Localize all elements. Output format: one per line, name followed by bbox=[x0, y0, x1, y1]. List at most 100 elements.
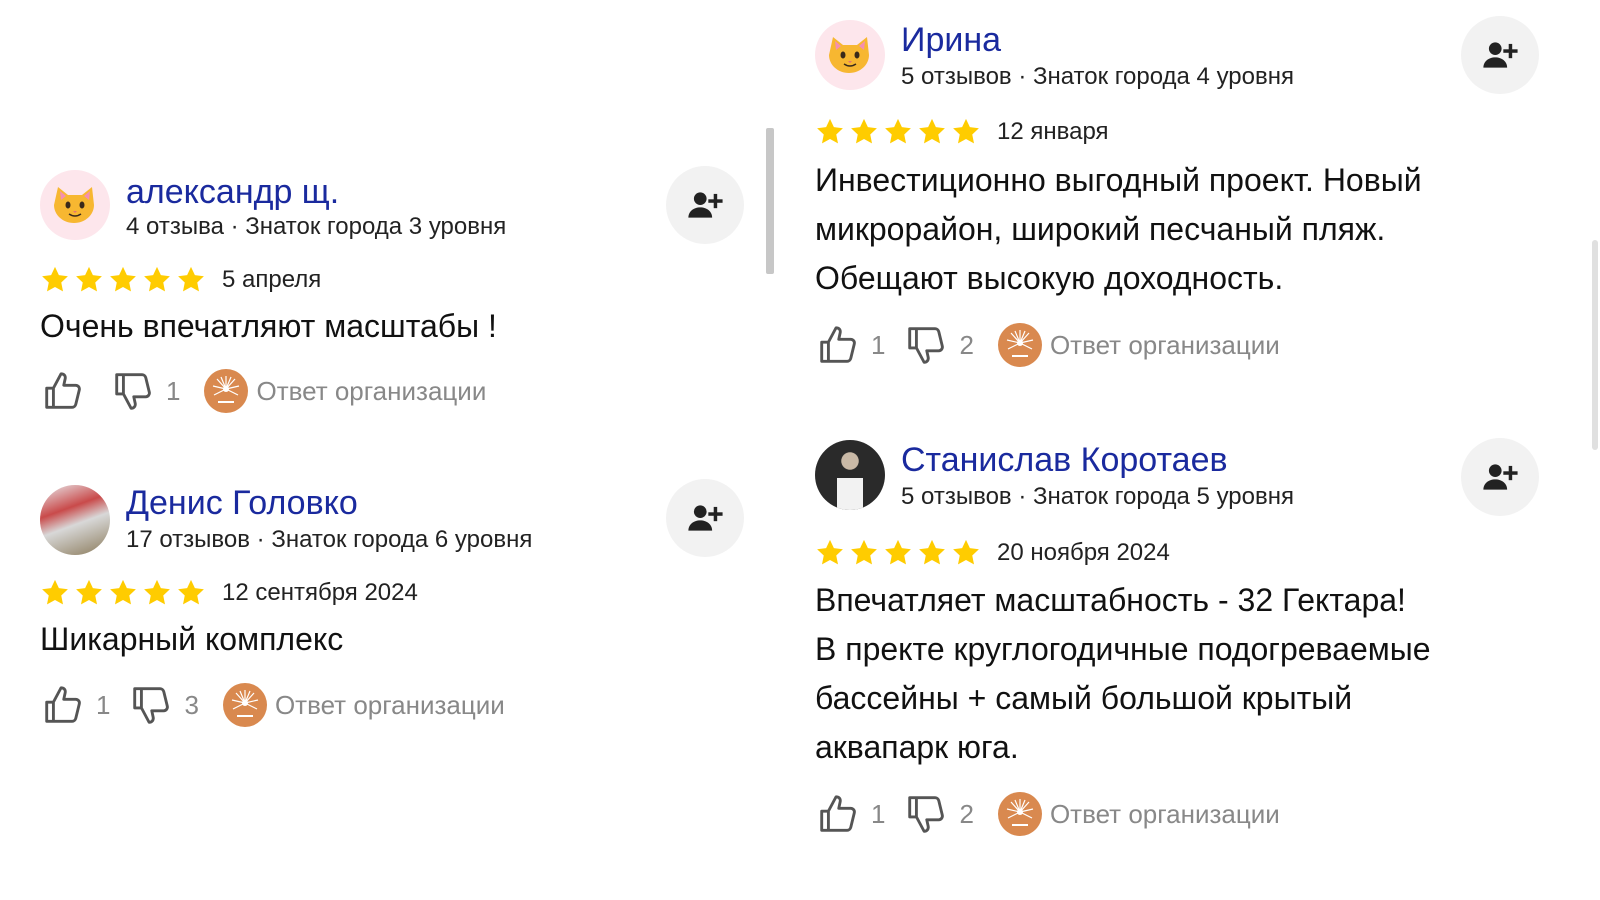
review-actions: 1 2 Ответ организации bbox=[815, 320, 1280, 370]
org-reply-link[interactable]: Ответ организации bbox=[1050, 330, 1280, 361]
cat-emoji-icon bbox=[829, 35, 871, 75]
review-card: Станислав Коротаев 5 отзывов · Знаток го… bbox=[815, 438, 1545, 860]
thumbs-down-icon bbox=[903, 791, 949, 837]
dislike-count: 2 bbox=[959, 329, 974, 360]
review-text-line: Инвестиционно выгодный проект. Новый bbox=[815, 162, 1422, 198]
subscribe-button[interactable] bbox=[666, 479, 744, 557]
review-text-line: бассейны + самый большой крытый bbox=[815, 680, 1353, 716]
like-button[interactable] bbox=[815, 791, 861, 837]
review-text: Впечатляет масштабность - 32 Гектара! В … bbox=[815, 576, 1431, 772]
org-logo-icon bbox=[997, 792, 1042, 836]
author-meta: 5 отзывов · Знаток города 5 уровня bbox=[901, 483, 1294, 510]
thumbs-down-icon bbox=[110, 368, 156, 414]
review-text-line: В пректе круглогодичные подогреваемые bbox=[815, 631, 1431, 667]
org-reply-link[interactable]: Ответ организации bbox=[1050, 799, 1280, 830]
add-user-icon bbox=[686, 186, 724, 224]
thumbs-up-icon bbox=[815, 322, 861, 368]
avatar[interactable] bbox=[815, 440, 885, 510]
column-divider bbox=[766, 128, 774, 274]
dislike-count: 1 bbox=[166, 375, 181, 406]
rating-stars bbox=[40, 265, 206, 295]
like-count: 1 bbox=[96, 689, 111, 720]
review-text-line: Шикарный комплекс bbox=[40, 621, 344, 657]
like-button[interactable] bbox=[40, 682, 86, 728]
star-icon bbox=[74, 578, 104, 608]
author-meta: 4 отзыва · Знаток города 3 уровня bbox=[126, 213, 507, 240]
rating-row: 5 апреля bbox=[40, 263, 321, 297]
review-card: Ирина 5 отзывов · Знаток города 4 уровня… bbox=[815, 16, 1545, 380]
rating-stars bbox=[815, 538, 981, 568]
subscribe-button[interactable] bbox=[666, 166, 744, 244]
dislike-button[interactable] bbox=[128, 682, 174, 728]
subscribe-button[interactable] bbox=[1461, 16, 1539, 94]
star-icon bbox=[815, 117, 845, 147]
rating-row: 20 ноября 2024 bbox=[815, 536, 1170, 570]
review-date: 12 января bbox=[997, 118, 1109, 145]
star-icon bbox=[883, 538, 913, 568]
review-text-line: Обещают высокую доходность. bbox=[815, 260, 1284, 296]
dislike-count: 2 bbox=[959, 798, 974, 829]
org-logo-icon bbox=[997, 323, 1042, 367]
review-date: 12 сентября 2024 bbox=[222, 579, 418, 606]
star-icon bbox=[849, 538, 879, 568]
review-actions: 1 3 Ответ организации bbox=[40, 680, 505, 730]
rating-stars bbox=[815, 117, 981, 147]
org-logo-icon bbox=[222, 683, 267, 727]
author-name[interactable]: Денис Головко bbox=[126, 483, 358, 523]
review-text-line: аквапарк юга. bbox=[815, 729, 1019, 765]
review-date: 20 ноября 2024 bbox=[997, 539, 1170, 566]
star-icon bbox=[74, 265, 104, 295]
avatar[interactable] bbox=[40, 170, 110, 240]
rating-stars bbox=[40, 578, 206, 608]
author-name[interactable]: Ирина bbox=[901, 20, 1001, 60]
org-reply-link[interactable]: Ответ организации bbox=[275, 690, 505, 721]
thumbs-down-icon bbox=[128, 682, 174, 728]
star-icon bbox=[108, 578, 138, 608]
author-meta: 17 отзывов · Знаток города 6 уровня bbox=[126, 526, 533, 553]
dislike-button[interactable] bbox=[903, 322, 949, 368]
dislike-button[interactable] bbox=[903, 791, 949, 837]
review-date: 5 апреля bbox=[222, 266, 322, 293]
star-icon bbox=[951, 117, 981, 147]
review-text-line: Очень впечатляют масштабы ! bbox=[40, 308, 497, 344]
add-user-icon bbox=[686, 499, 724, 537]
author-name[interactable]: Станислав Коротаев bbox=[901, 440, 1228, 480]
review-text-line: микрорайон, широкий песчаный пляж. bbox=[815, 211, 1386, 247]
avatar[interactable] bbox=[815, 20, 885, 90]
like-button[interactable] bbox=[40, 368, 86, 414]
star-icon bbox=[917, 538, 947, 568]
star-icon bbox=[142, 265, 172, 295]
star-icon bbox=[108, 265, 138, 295]
review-text: Очень впечатляют масштабы ! bbox=[40, 302, 497, 351]
subscribe-button[interactable] bbox=[1461, 438, 1539, 516]
avatar-shirt bbox=[837, 478, 863, 510]
org-reply-link[interactable]: Ответ организации bbox=[256, 376, 486, 407]
star-icon bbox=[815, 538, 845, 568]
thumbs-up-icon bbox=[40, 682, 86, 728]
star-icon bbox=[40, 265, 70, 295]
star-icon bbox=[951, 538, 981, 568]
review-text: Шикарный комплекс bbox=[40, 615, 343, 664]
scrollbar[interactable] bbox=[1592, 240, 1598, 450]
like-button[interactable] bbox=[815, 322, 861, 368]
star-icon bbox=[917, 117, 947, 147]
org-logo-icon bbox=[204, 369, 249, 413]
review-actions: 1 Ответ организации bbox=[40, 366, 486, 416]
star-icon bbox=[142, 578, 172, 608]
review-card: александр щ. 4 отзыва · Знаток города 3 … bbox=[40, 166, 750, 430]
star-icon bbox=[176, 265, 206, 295]
avatar[interactable] bbox=[40, 485, 110, 555]
like-count: 1 bbox=[871, 798, 886, 829]
review-text-line: Впечатляет масштабность - 32 Гектара! bbox=[815, 582, 1406, 618]
dislike-button[interactable] bbox=[110, 368, 156, 414]
star-icon bbox=[176, 578, 206, 608]
review-card: Денис Головко 17 отзывов · Знаток города… bbox=[40, 479, 750, 745]
dislike-count: 3 bbox=[184, 689, 199, 720]
thumbs-down-icon bbox=[903, 322, 949, 368]
star-icon bbox=[40, 578, 70, 608]
add-user-icon bbox=[1481, 36, 1519, 74]
review-actions: 1 2 Ответ организации bbox=[815, 789, 1280, 839]
author-name[interactable]: александр щ. bbox=[126, 172, 339, 212]
rating-row: 12 января bbox=[815, 115, 1109, 149]
review-text: Инвестиционно выгодный проект. Новый мик… bbox=[815, 156, 1422, 303]
